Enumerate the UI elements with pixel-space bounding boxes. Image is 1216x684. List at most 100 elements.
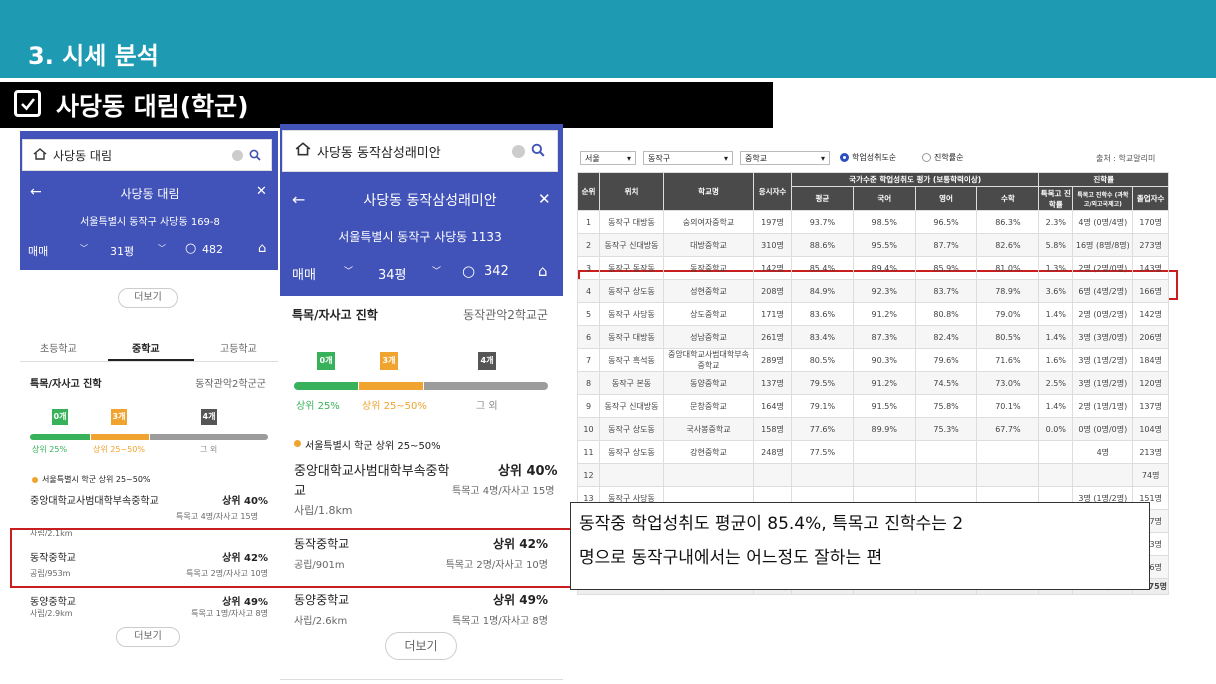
close-icon[interactable]: ✕: [538, 190, 551, 208]
chevron-down-icon: ﹀: [158, 244, 166, 253]
bar-label-top25-50: 상위 25~50%: [362, 401, 427, 412]
school-name[interactable]: 중앙대학교사범대학부속중학: [294, 460, 449, 479]
table-cell: 2: [577, 233, 600, 257]
table-row: 12 74명: [577, 463, 1169, 487]
chevron-down-icon: ﹀: [344, 267, 354, 277]
radio-achievement[interactable]: 학업성취도순: [840, 152, 896, 163]
bell-icon[interactable]: ⌂: [538, 262, 548, 280]
table-cell: 89.9%: [852, 417, 916, 441]
level-select[interactable]: 중학교 ▾: [740, 151, 830, 165]
table-row: 3 동작구 동작동 동작중학교 142명 85.4% 89.4% 85.9% 81.0% 1.3…: [577, 256, 1169, 280]
left-filter-row: 매매 ﹀ 31평 ﹀ ○ 482 ⌂: [22, 241, 276, 261]
district-select[interactable]: 동작구 ▾: [643, 151, 733, 165]
table-cell: 국사봉중학교: [663, 417, 754, 441]
table-cell: 83.4%: [791, 325, 854, 349]
table-cell: 85.4%: [791, 256, 854, 280]
table-cell: [976, 440, 1040, 464]
table-cell: 96.5%: [914, 210, 978, 234]
deal-type-select[interactable]: 매매: [28, 243, 48, 259]
flag-top25-50: 3개: [111, 409, 127, 425]
bell-icon[interactable]: ⌂: [258, 241, 266, 256]
callout-line1: 동작중 학업성취도 평균이 85.4%, 특목고 진학수는 2: [579, 514, 964, 534]
table-cell: 5: [577, 302, 600, 326]
table-cell: 79.5%: [791, 371, 854, 395]
region-select[interactable]: 서울 ▾: [580, 151, 636, 165]
list-item[interactable]: 중앙대학교사범대학부속중학교 상위 40%: [30, 492, 268, 507]
mid-address: 서울특별시 동작구 사당동 1133: [338, 230, 502, 244]
size-select[interactable]: 34평: [378, 264, 407, 283]
table-cell: 95.5%: [852, 233, 916, 257]
table-cell: 78.9%: [976, 279, 1040, 303]
back-icon[interactable]: ←: [292, 190, 305, 209]
list-item[interactable]: 동양중학교 상위 49%: [294, 591, 548, 608]
table-cell: [852, 463, 916, 487]
table-cell: [791, 463, 854, 487]
table-cell: 강현중학교: [663, 440, 754, 464]
table-cell: 90.3%: [852, 348, 916, 372]
table-cell: 10: [577, 417, 600, 441]
more-button[interactable]: 더보기: [385, 632, 457, 660]
table-cell: 261명: [753, 325, 792, 349]
table-cell: 213명: [1132, 440, 1169, 464]
table-cell: 184명: [1132, 348, 1169, 372]
more-button[interactable]: 더보기: [116, 627, 180, 647]
more-button[interactable]: 더보기: [118, 288, 178, 308]
table-cell: 동작구 대방동: [599, 325, 664, 349]
table-row: 1 동작구 대방동 숭의여자중학교 197명 93.7% 98.5% 96.5% 86.3% 2…: [577, 210, 1169, 234]
table-cell: 79.0%: [976, 302, 1040, 326]
mid-complex-name: 사당동 동작삼성래미안: [363, 193, 497, 209]
table-cell: 89.4%: [852, 256, 916, 280]
table-cell: 206명: [1132, 325, 1169, 349]
checkbox-icon: [14, 90, 41, 117]
table-cell: 3명 (1명/2명): [1072, 348, 1134, 372]
left-search-box[interactable]: 사당동 대림: [22, 139, 272, 171]
table-cell: 동작구 대방동: [599, 210, 664, 234]
search-icon[interactable]: [249, 146, 261, 165]
close-icon[interactable]: ✕: [256, 184, 267, 199]
school-rank: 상위 49%: [222, 597, 268, 608]
table-cell: 91.2%: [852, 371, 916, 395]
table-cell: [1038, 440, 1074, 464]
school-name: 동양중학교: [294, 593, 350, 607]
table-row: 2 동작구 신대방동 대방중학교 310명 88.6% 95.5% 87.7% 82.6% 5.…: [577, 233, 1169, 257]
mid-search-box[interactable]: 사당동 동작삼성래미안: [282, 130, 558, 172]
table-cell: 3: [577, 256, 600, 280]
rank-note: 서울특별시 학군 상위 25~50%: [305, 441, 441, 452]
table-cell: 성현중학교: [663, 279, 754, 303]
special-school-label: 특목/자사고 진학: [292, 308, 378, 322]
radio-admission[interactable]: 진학률순: [922, 152, 963, 163]
table-cell: 197명: [753, 210, 792, 234]
tab-middle[interactable]: 중학교: [132, 340, 160, 355]
col-eng: 영어: [914, 186, 978, 211]
back-icon[interactable]: ←: [30, 184, 42, 200]
clear-icon[interactable]: [232, 149, 243, 161]
school-name: 동양중학교: [30, 597, 76, 608]
radio-selected-icon: [840, 153, 849, 162]
search-icon[interactable]: [531, 142, 545, 161]
table-cell: 85.9%: [914, 256, 978, 280]
list-item[interactable]: 동양중학교 상위 49%: [30, 593, 268, 608]
school-tabs: 초등학교 중학교 고등학교: [20, 332, 278, 362]
table-cell: 3명 (1명/2명): [1072, 371, 1134, 395]
school-name: 중앙대학교사범대학부속중학교: [30, 496, 159, 507]
table-row: 6 동작구 대방동 성남중학교 261명 83.4% 87.3% 82.4% 80.5% 1.4…: [577, 325, 1169, 349]
page-title: 3. 시세 분석: [28, 42, 159, 70]
mid-search-text: 사당동 동작삼성래미안: [317, 145, 441, 161]
col-kor: 국어: [852, 186, 916, 211]
table-cell: 문창중학교: [663, 394, 754, 418]
table-cell: 1.4%: [1038, 325, 1074, 349]
rank-note: 서울특별시 학군 상위 25~50%: [42, 475, 151, 484]
comment-icon[interactable]: ○: [462, 262, 475, 280]
table-cell: 164명: [753, 394, 792, 418]
table-cell: 4명: [1072, 440, 1134, 464]
comment-icon[interactable]: ○: [185, 241, 196, 256]
deal-type-select[interactable]: 매매: [292, 264, 316, 283]
tab-high[interactable]: 고등학교: [220, 340, 257, 355]
bar-label-top25: 상위 25%: [32, 445, 68, 454]
chevron-down-icon: ▾: [626, 153, 631, 163]
size-select[interactable]: 31평: [110, 243, 134, 259]
table-cell: [852, 440, 916, 464]
clear-icon[interactable]: [512, 144, 525, 158]
table-cell: 동작구 신대방동: [599, 233, 664, 257]
tab-elementary[interactable]: 초등학교: [40, 340, 77, 355]
